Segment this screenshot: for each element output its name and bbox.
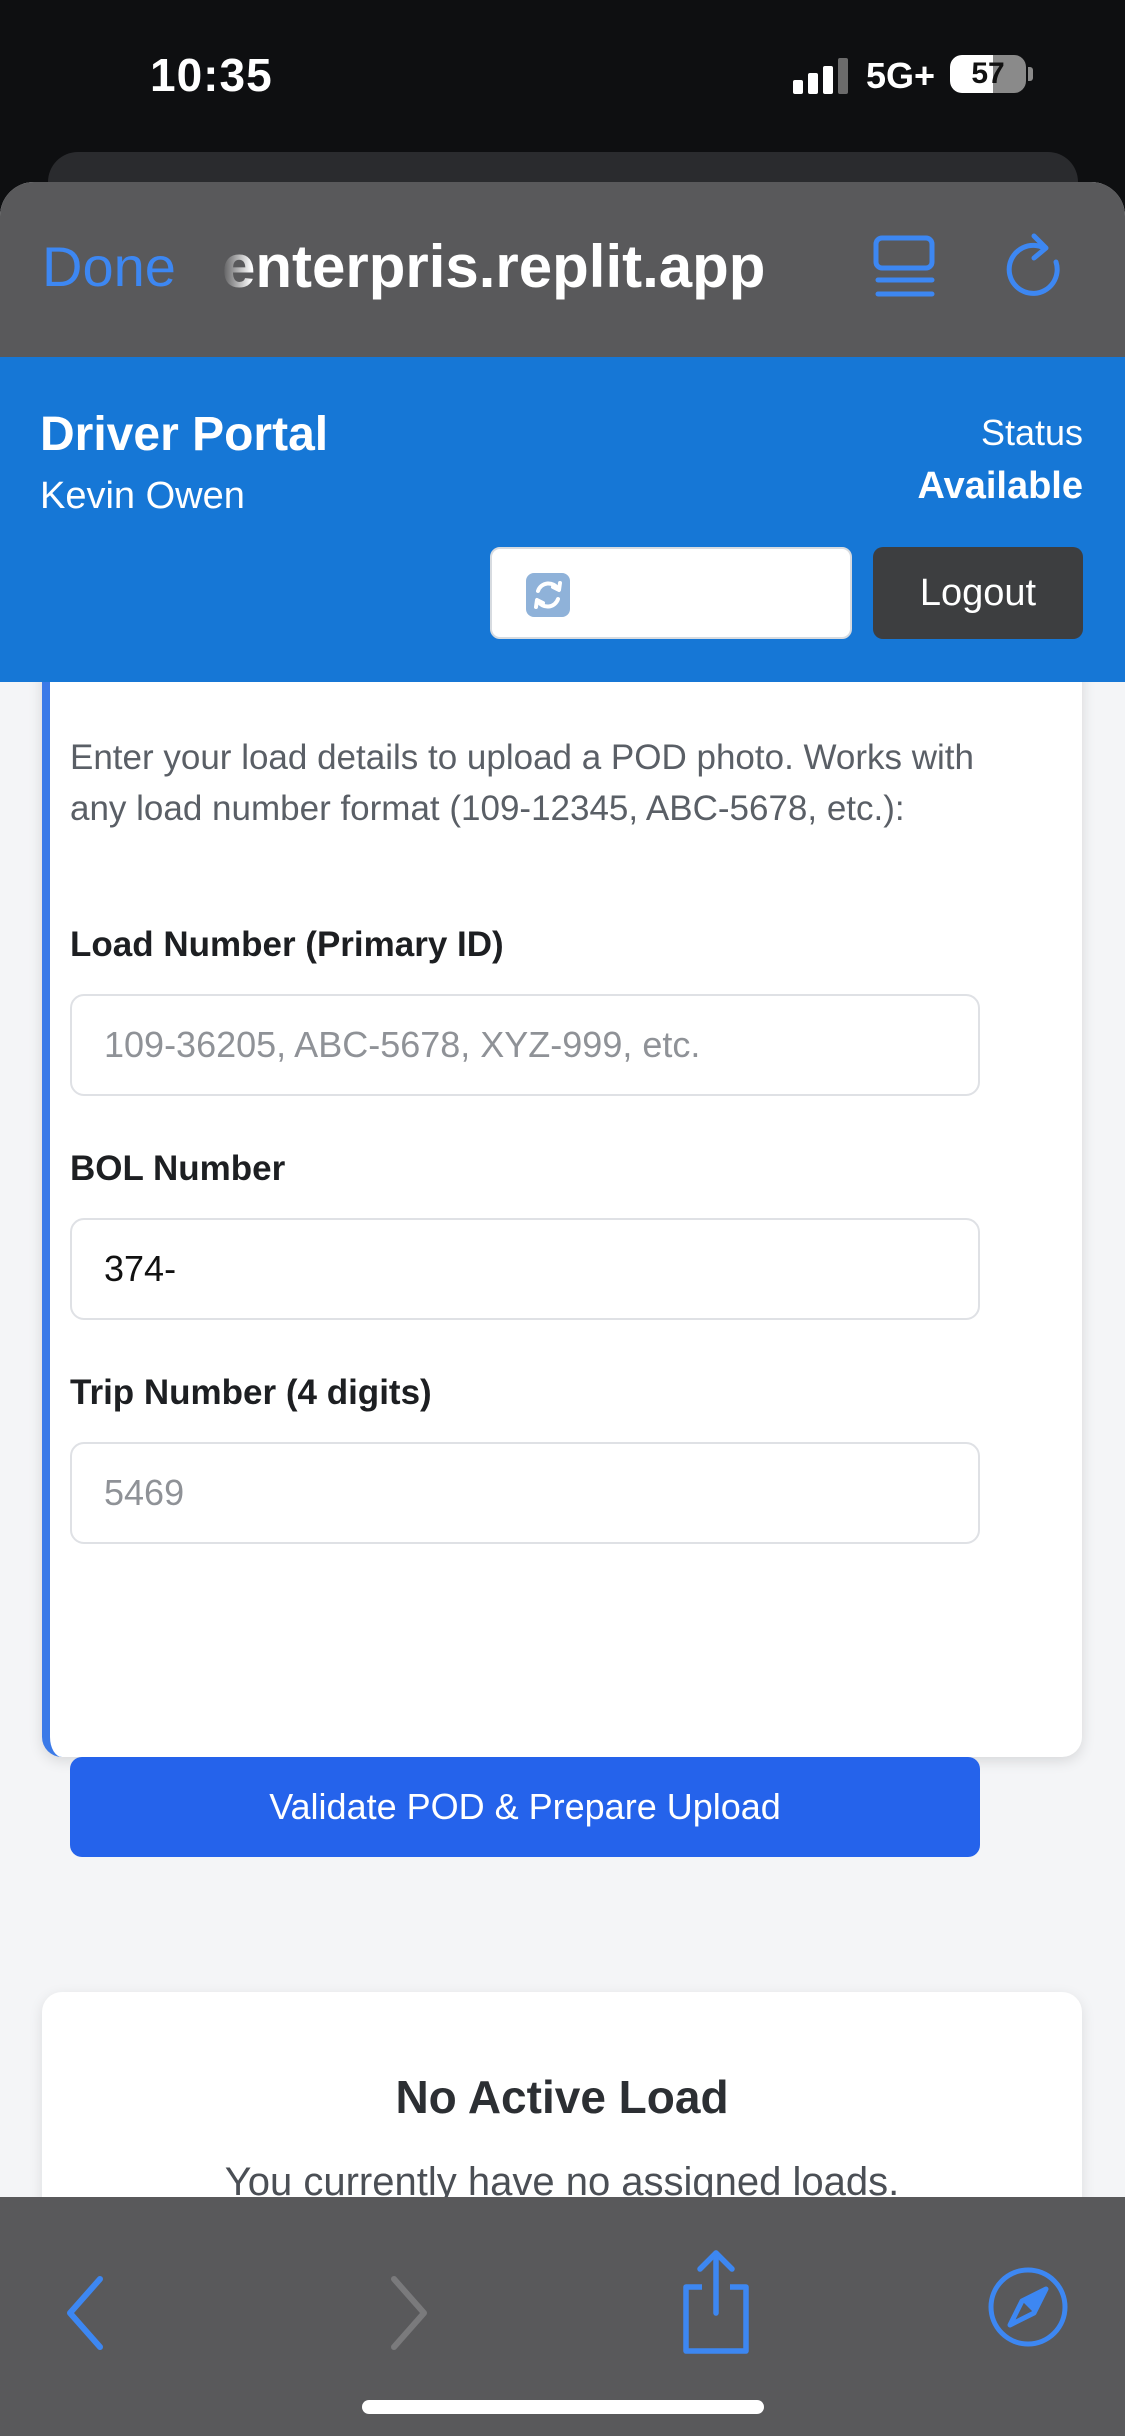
status-value: Available — [917, 465, 1083, 507]
battery-level: 57 — [971, 57, 1005, 90]
bol-number-label: BOL Number — [70, 1149, 286, 1188]
logout-button[interactable]: Logout — [873, 547, 1083, 639]
chevron-left-icon[interactable] — [62, 2273, 108, 2353]
status-bar: 10:35 5G+ 57 — [0, 0, 1125, 150]
trip-number-label: Trip Number (4 digits) — [70, 1373, 432, 1412]
validate-pod-button[interactable]: Validate POD & Prepare Upload — [70, 1757, 980, 1857]
url-text[interactable]: enterpris.replit.app — [222, 232, 842, 301]
portal-header: Driver Portal Kevin Owen Status Availabl… — [0, 357, 1125, 682]
done-button[interactable]: Done — [42, 234, 176, 299]
page-content[interactable]: Enter your load details to upload a POD … — [0, 357, 1125, 2197]
page-title: Driver Portal — [40, 408, 329, 461]
url-fade — [222, 232, 252, 312]
no-active-load-card: No Active Load You currently have no ass… — [42, 1992, 1082, 2197]
status-time: 10:35 — [150, 49, 273, 101]
network-type: 5G+ — [866, 55, 936, 96]
trip-number-input[interactable] — [70, 1442, 980, 1544]
reload-icon[interactable] — [1000, 232, 1070, 306]
browser-bar: Done enterpris.replit.app — [0, 182, 1125, 357]
signal-icon — [793, 58, 849, 94]
refresh-button[interactable] — [490, 547, 852, 639]
bol-number-input[interactable] — [70, 1218, 980, 1320]
load-number-input[interactable] — [70, 994, 980, 1096]
browser-sheet: Done enterpris.replit.app Enter your loa… — [0, 182, 1125, 2436]
refresh-icon — [526, 573, 570, 617]
no-active-load-title: No Active Load — [395, 2071, 729, 2123]
no-active-load-message: You currently have no assigned loads. — [224, 2160, 900, 2197]
load-number-label: Load Number (Primary ID) — [70, 925, 504, 964]
battery-nub — [1028, 67, 1033, 81]
driver-name: Kevin Owen — [40, 475, 245, 517]
compass-icon[interactable] — [986, 2265, 1070, 2349]
battery-icon: 57 — [950, 55, 1026, 93]
share-icon[interactable] — [676, 2247, 756, 2357]
home-indicator — [362, 2400, 764, 2414]
chevron-right-icon[interactable] — [386, 2273, 432, 2353]
pod-intro-text: Enter your load details to upload a POD … — [70, 738, 975, 828]
status-label: Status — [980, 412, 1083, 453]
reader-icon[interactable] — [870, 234, 940, 304]
